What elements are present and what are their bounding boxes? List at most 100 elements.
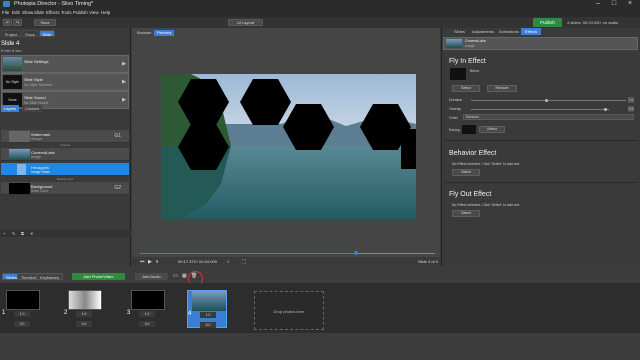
transport-bar: ⏮ ▶ ⏸ 00:17.373 / 00:24.000 ♪ ⛶ Slide 4 … xyxy=(132,257,440,266)
view-icon[interactable]: ▭ xyxy=(173,273,178,279)
duration-value[interactable]: 1.0 xyxy=(628,97,634,103)
toolbar: ↶ ↷ Save UI Layout Publish 4 slides, 00:… xyxy=(0,17,640,28)
tab-effects[interactable]: Effects xyxy=(521,28,542,35)
slide-style-row[interactable]: No Style Slide Style No Style Selected ▶ xyxy=(1,73,129,91)
window-title: Photopia Director - Slivo Timing* xyxy=(14,1,94,7)
slide-image xyxy=(68,290,102,310)
overlap-knob[interactable] xyxy=(604,108,607,111)
slide-preview[interactable] xyxy=(161,74,416,219)
volume-icon[interactable]: ♪ xyxy=(227,259,230,265)
tab-project[interactable]: Project xyxy=(1,30,21,37)
maximize-icon[interactable]: □ xyxy=(606,0,622,8)
layer-coveredlake[interactable]: CoveredLake Image xyxy=(1,148,129,161)
ui-layout-button[interactable]: UI Layout xyxy=(228,19,263,26)
transition-duration[interactable]: 3.0 xyxy=(14,321,30,327)
menu-edit[interactable]: Edit xyxy=(12,10,20,15)
grid-icon[interactable]: ▦ xyxy=(182,273,187,279)
duration-knob[interactable] xyxy=(545,99,548,102)
duration-slider[interactable] xyxy=(471,100,626,101)
add-layer-icon[interactable]: + xyxy=(3,231,5,236)
section-divider xyxy=(444,182,638,183)
tab-show[interactable]: Show xyxy=(22,30,38,37)
tab-preview[interactable]: Preview xyxy=(154,30,175,36)
publish-button[interactable]: Publish xyxy=(533,18,562,27)
menu-view[interactable]: View xyxy=(89,10,99,15)
mask-icon xyxy=(17,164,26,175)
layer-background[interactable]: Background Solid Color G2 xyxy=(1,182,129,195)
tab-browser[interactable]: Browser xyxy=(134,30,155,36)
layer-watermark[interactable]: Watermark Always G1 xyxy=(1,130,129,143)
slide-duration[interactable]: 1.0 xyxy=(200,312,216,318)
play-icon[interactable]: ▶ xyxy=(148,259,152,265)
add-audio-button[interactable]: Add Audio xyxy=(135,273,168,280)
timecode: 00:17.373 / 00:24.000 xyxy=(178,259,217,264)
fly-in-title: Fly In Effect xyxy=(449,58,486,65)
slide-duration[interactable]: 1.0 xyxy=(76,311,92,317)
order-value: Random xyxy=(466,115,480,119)
behavior-title: Behavior Effect xyxy=(449,150,497,157)
tab-keyframes[interactable]: Keyframes xyxy=(36,273,64,280)
delete-layer-icon[interactable]: ✕ xyxy=(30,231,33,236)
behavior-select-button[interactable]: Select xyxy=(452,169,480,176)
layer-type: Image xyxy=(31,155,41,159)
tab-slides[interactable]: Slides xyxy=(450,28,469,35)
slide-duration: 5 min 8 sec xyxy=(1,48,22,53)
menu-effects[interactable]: Effects xyxy=(46,10,60,15)
easing-select-button[interactable]: Select xyxy=(479,126,505,133)
menu-publish[interactable]: Publish xyxy=(73,10,88,15)
selected-object[interactable]: CoveredLake Image xyxy=(443,37,638,50)
overlap-value[interactable]: 0.5 xyxy=(628,106,634,112)
scrub-progress xyxy=(140,253,356,254)
slide-title: Slide 4 xyxy=(1,41,20,47)
slide-thumb-4[interactable]: 4 1.0 8.0 xyxy=(187,290,227,328)
scrub-handle[interactable] xyxy=(354,251,358,255)
menu-tools[interactable]: Tools xyxy=(61,10,72,15)
slide-number: 1 xyxy=(2,310,6,316)
slide-style-thumb: No Style xyxy=(3,75,22,89)
undo-icon[interactable]: ↶ xyxy=(3,19,12,26)
drop-zone[interactable]: Drop photos here xyxy=(254,291,324,330)
copy-layer-icon[interactable]: ⧉ xyxy=(21,231,24,236)
tab-slide[interactable]: Slide xyxy=(39,30,55,37)
menu-slide[interactable]: Slide xyxy=(34,10,44,15)
overlap-slider[interactable] xyxy=(471,109,609,110)
slide-duration[interactable]: 1.0 xyxy=(139,311,155,317)
edit-layer-icon[interactable]: ✎ xyxy=(12,231,15,236)
redo-icon[interactable]: ↷ xyxy=(13,19,22,26)
order-select[interactable]: Random xyxy=(463,114,634,120)
menu-help[interactable]: Help xyxy=(101,10,110,15)
transition-duration[interactable]: 8.0 xyxy=(200,322,216,328)
slide-thumb-1[interactable]: 1 1.0 3.0 xyxy=(2,290,42,328)
fly-out-title: Fly Out Effect xyxy=(449,191,492,198)
fly-in-select-button[interactable]: Select xyxy=(452,85,480,92)
minimize-icon[interactable]: – xyxy=(590,0,606,8)
behavior-msg: No Effect selected. Click 'Select' to ad… xyxy=(452,162,520,166)
menu-file[interactable]: File xyxy=(2,10,9,15)
menu-show[interactable]: Show xyxy=(22,10,33,15)
transition-duration[interactable]: 3.0 xyxy=(139,321,155,327)
save-label: Save xyxy=(40,20,50,25)
fullscreen-icon[interactable]: ⛶ xyxy=(242,259,246,265)
tab-content[interactable]: Content xyxy=(22,105,43,112)
slide-sound-label: Slide Sound xyxy=(24,95,46,100)
tab-adjustments[interactable]: Adjustments xyxy=(468,28,498,35)
slide-duration[interactable]: 1.0 xyxy=(14,311,30,317)
overlap-label: Overlap xyxy=(449,107,462,111)
close-icon[interactable]: × xyxy=(622,0,638,8)
prev-icon[interactable]: ⏮ xyxy=(140,259,145,265)
slide-thumb-2[interactable]: 2 1.0 4.0 xyxy=(64,290,104,328)
tab-animations[interactable]: Animations xyxy=(495,28,523,35)
transition-duration[interactable]: 4.0 xyxy=(76,321,92,327)
slide-number: 3 xyxy=(127,310,131,316)
save-button[interactable]: Save xyxy=(34,19,56,26)
tab-layers[interactable]: Layers xyxy=(1,105,20,112)
pause-icon[interactable]: ⏸ xyxy=(156,259,159,265)
slide-number: 2 xyxy=(64,310,68,316)
layer-hexagons[interactable]: Hexagons Image Mask xyxy=(1,163,129,176)
slide-settings-row[interactable]: Slide Settings ▶ xyxy=(1,55,129,73)
fly-in-remove-button[interactable]: Remove xyxy=(487,85,517,92)
fly-out-select-button[interactable]: Select xyxy=(452,210,480,217)
slide-thumb-3[interactable]: 3 1.0 3.0 xyxy=(127,290,167,328)
object-thumb xyxy=(446,39,462,48)
add-photo-video-button[interactable]: Add Photo/Video xyxy=(72,273,125,280)
